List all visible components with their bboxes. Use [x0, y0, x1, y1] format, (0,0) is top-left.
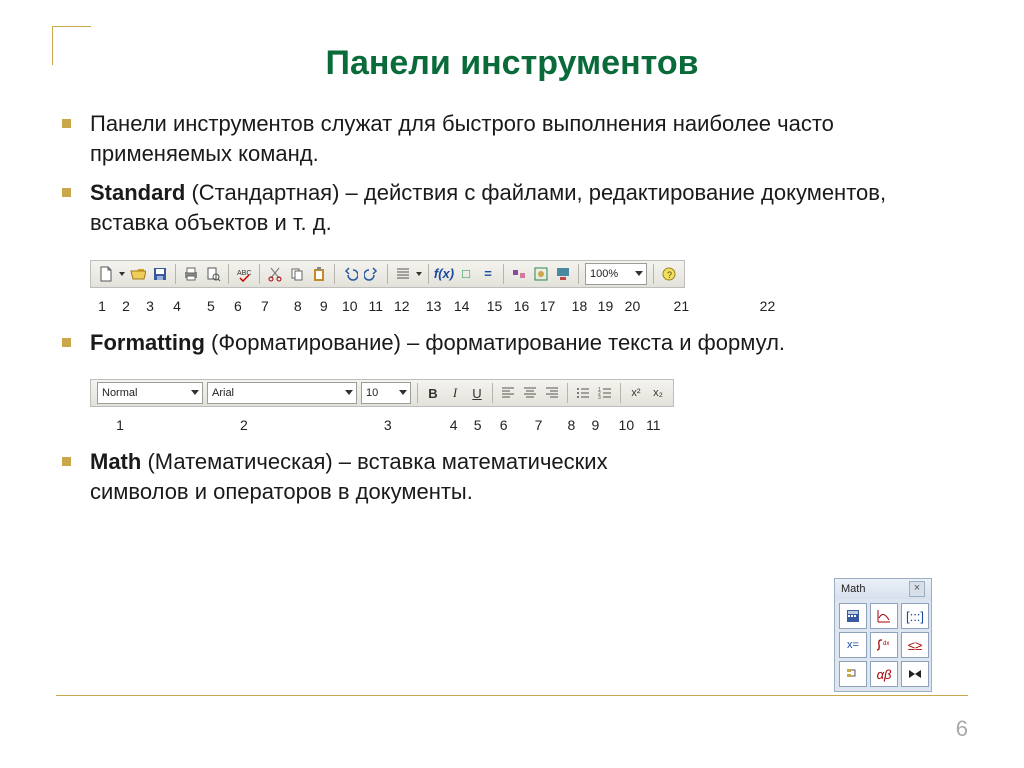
separator: [428, 264, 429, 284]
fontsize-value: 10: [366, 387, 378, 399]
close-icon[interactable]: ×: [909, 581, 925, 597]
bullet-bold: Math: [90, 449, 141, 474]
bullet-text: (Форматирование) – форматирование текста…: [205, 330, 785, 355]
calculator-icon[interactable]: [839, 603, 867, 629]
separator: [417, 383, 418, 403]
bullet-item: Standard (Стандартная) – действия с файл…: [56, 178, 968, 237]
function-icon[interactable]: f(x): [433, 263, 455, 285]
bullet-item: Панели инструментов служат для быстрого …: [56, 109, 968, 168]
zoom-value: 100%: [590, 268, 618, 280]
bullet-text: (Стандартная) – действия с файлами, реда…: [90, 180, 886, 235]
insert-object-icon[interactable]: [530, 263, 552, 285]
math-palette-titlebar[interactable]: Math ×: [835, 579, 931, 599]
programming-icon[interactable]: [839, 661, 867, 687]
print-icon[interactable]: [180, 263, 202, 285]
evaluation-icon[interactable]: x=: [839, 632, 867, 658]
matrix-icon[interactable]: [:::]: [901, 603, 929, 629]
zoom-combo[interactable]: 100%: [585, 263, 647, 285]
slide-title: Панели инструментов: [56, 44, 968, 83]
separator: [334, 264, 335, 284]
unit-icon[interactable]: □: [455, 263, 477, 285]
italic-icon[interactable]: I: [444, 382, 466, 404]
bullet-item: Formatting (Форматирование) – форматиров…: [56, 328, 968, 358]
underline-icon[interactable]: U: [466, 382, 488, 404]
separator: [503, 264, 504, 284]
superscript-icon[interactable]: x²: [625, 382, 647, 404]
align-icon[interactable]: [392, 263, 414, 285]
paste-icon[interactable]: [308, 263, 330, 285]
cut-icon[interactable]: [264, 263, 286, 285]
copy-icon[interactable]: [286, 263, 308, 285]
separator: [175, 264, 176, 284]
new-doc-dropdown[interactable]: [117, 263, 127, 285]
standard-index-row: 1234 567 89101112 1314 151617 181920 21 …: [90, 298, 968, 314]
formatting-toolbar: Normal Arial 10 B I U 123 x² x₂: [90, 379, 674, 407]
standard-toolbar: ABC f(x) □ = 100% ?: [90, 260, 685, 288]
svg-text:ABC: ABC: [237, 270, 251, 277]
equals-icon[interactable]: =: [477, 263, 499, 285]
math-palette-title: Math: [841, 583, 865, 595]
separator: [492, 383, 493, 403]
bullets-icon[interactable]: [572, 382, 594, 404]
fontsize-combo[interactable]: 10: [361, 382, 411, 404]
redo-icon[interactable]: [361, 263, 383, 285]
open-icon[interactable]: [127, 263, 149, 285]
separator: [620, 383, 621, 403]
slide: Панели инструментов Панели инструментов …: [0, 0, 1024, 768]
graph-icon[interactable]: [870, 603, 898, 629]
separator: [578, 264, 579, 284]
bold-icon[interactable]: B: [422, 382, 444, 404]
svg-text:dx: dx: [883, 641, 889, 647]
separator: [653, 264, 654, 284]
separator: [387, 264, 388, 284]
subscript-icon[interactable]: x₂: [647, 382, 669, 404]
boolean-icon[interactable]: ≤≥: [901, 632, 929, 658]
greek-icon[interactable]: αβ: [870, 661, 898, 687]
separator: [567, 383, 568, 403]
new-doc-icon[interactable]: [95, 263, 117, 285]
bullet-text: Панели инструментов служат для быстрого …: [90, 111, 834, 166]
bullet-list: Math (Математическая) – вставка математи…: [56, 447, 676, 506]
footer-rule: [56, 695, 968, 696]
help-icon[interactable]: ?: [658, 263, 680, 285]
separator: [259, 264, 260, 284]
separator: [228, 264, 229, 284]
svg-text:3: 3: [598, 395, 601, 401]
bullet-bold: Standard: [90, 180, 185, 205]
spellcheck-icon[interactable]: ABC: [233, 263, 255, 285]
math-palette: Math × [:::] x= dx ≤≥ αβ: [834, 578, 932, 692]
numbering-icon[interactable]: 123: [594, 382, 616, 404]
corner-decoration: [52, 26, 91, 65]
bullet-item: Math (Математическая) – вставка математи…: [56, 447, 676, 506]
align-center-icon[interactable]: [519, 382, 541, 404]
save-icon[interactable]: [149, 263, 171, 285]
insert-component-icon[interactable]: [552, 263, 574, 285]
page-number: 6: [956, 716, 968, 742]
font-combo[interactable]: Arial: [207, 382, 357, 404]
undo-icon[interactable]: [339, 263, 361, 285]
bullet-bold: Formatting: [90, 330, 205, 355]
component-icon[interactable]: [508, 263, 530, 285]
bullet-list: Formatting (Форматирование) – форматиров…: [56, 328, 968, 358]
style-combo[interactable]: Normal: [97, 382, 203, 404]
font-value: Arial: [212, 387, 234, 399]
style-value: Normal: [102, 387, 137, 399]
calculus-icon[interactable]: dx: [870, 632, 898, 658]
align-left-icon[interactable]: [497, 382, 519, 404]
formatting-index-row: 1 2 3 456 7 89 1011: [90, 417, 968, 433]
align-right-icon[interactable]: [541, 382, 563, 404]
align-dropdown[interactable]: [414, 263, 424, 285]
print-preview-icon[interactable]: [202, 263, 224, 285]
bullet-list: Панели инструментов служат для быстрого …: [56, 109, 968, 238]
svg-text:?: ?: [667, 270, 672, 280]
symbolic-icon[interactable]: [901, 661, 929, 687]
bullet-text: (Математическая) – вставка математически…: [90, 449, 608, 504]
